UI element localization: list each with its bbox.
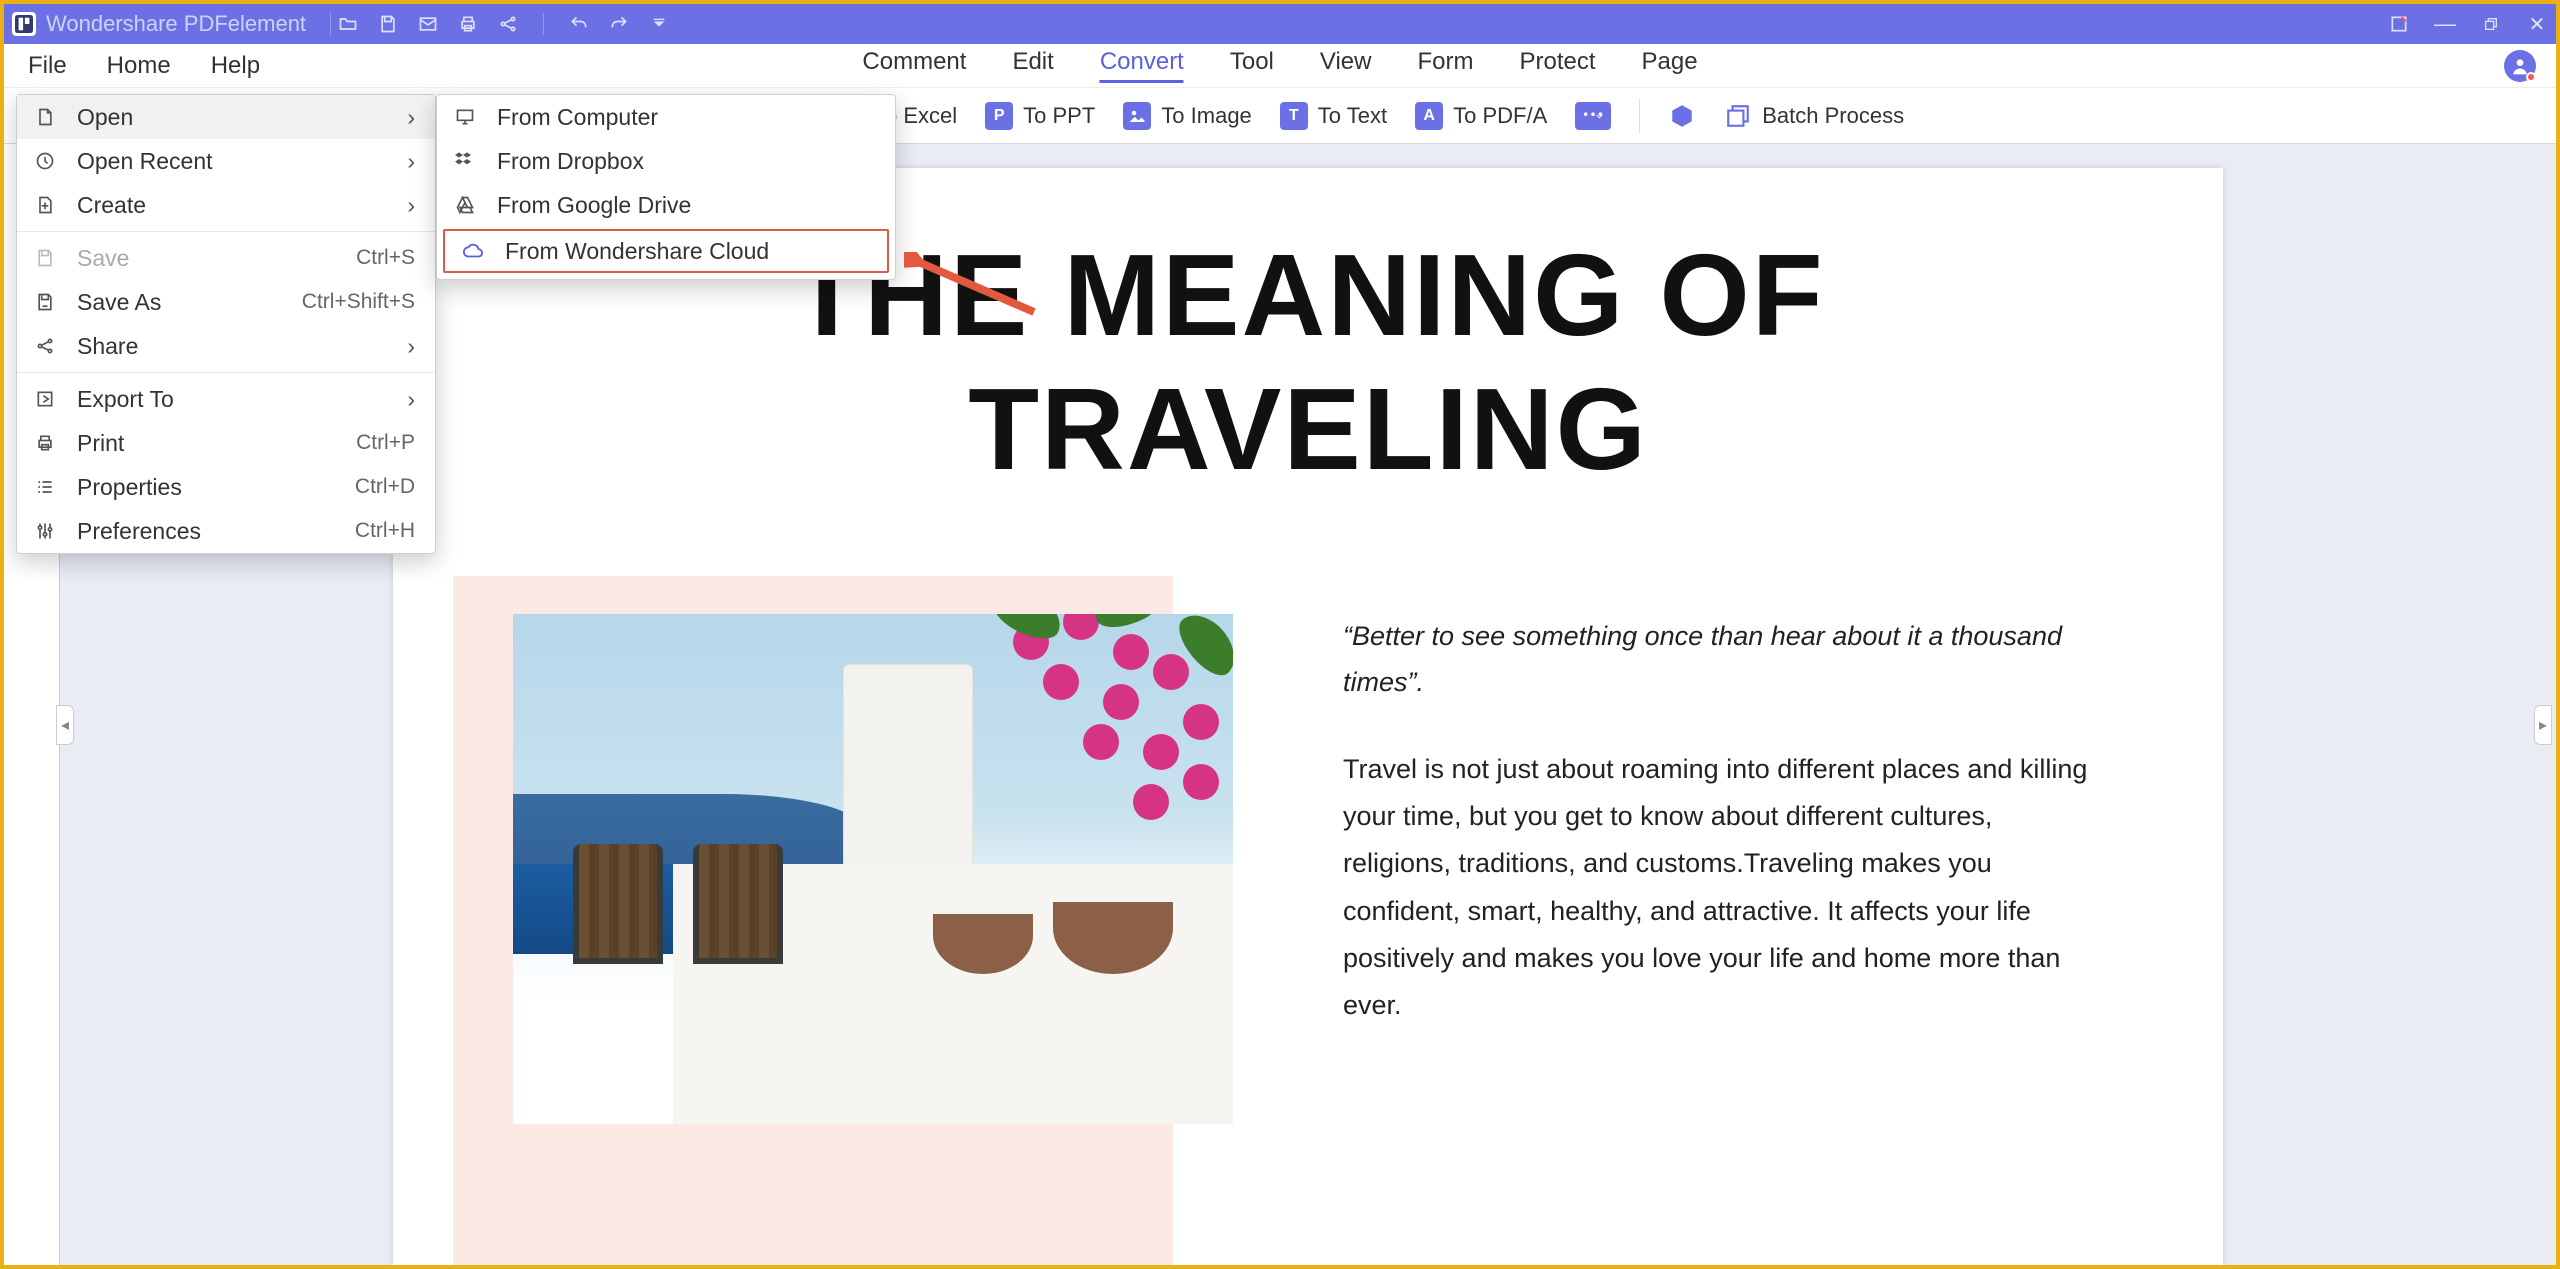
hexagon-settings-icon: [1668, 102, 1696, 130]
chevron-right-icon: ›: [407, 148, 415, 175]
tab-edit[interactable]: Edit: [1012, 48, 1053, 83]
export-icon: [33, 387, 57, 411]
tab-form[interactable]: Form: [1417, 48, 1473, 83]
tab-page[interactable]: Page: [1642, 48, 1698, 83]
document-icon: [33, 105, 57, 129]
chevron-right-icon: ›: [407, 333, 415, 360]
file-menu-save-as[interactable]: Save As Ctrl+Shift+S: [17, 280, 435, 324]
file-menu-print[interactable]: Print Ctrl+P: [17, 421, 435, 465]
to-image-label: To Image: [1161, 103, 1252, 129]
file-menu-export-to[interactable]: Export To ›: [17, 377, 435, 421]
print-icon[interactable]: [457, 13, 479, 35]
share-icon: [33, 334, 57, 358]
batch-process-label: Batch Process: [1762, 103, 1904, 129]
body-paragraph: Travel is not just about roaming into di…: [1343, 746, 2103, 1030]
open-submenu: From Computer From Dropbox From Google D…: [436, 94, 896, 280]
menu-file[interactable]: File: [28, 52, 67, 80]
app-title: Wondershare PDFelement: [46, 11, 306, 37]
image-icon: [1123, 102, 1151, 130]
dropbox-icon: [453, 149, 477, 173]
tab-view[interactable]: View: [1320, 48, 1372, 83]
batch-icon: [1724, 102, 1752, 130]
menu-help[interactable]: Help: [211, 52, 260, 80]
file-menu-create[interactable]: Create ›: [17, 183, 435, 227]
ppt-icon: P: [985, 102, 1013, 130]
to-pdfa-label: To PDF/A: [1453, 103, 1547, 129]
file-menu-preferences[interactable]: Preferences Ctrl+H: [17, 509, 435, 553]
menu-separator: [17, 231, 435, 232]
monitor-icon: [453, 105, 477, 129]
open-from-computer[interactable]: From Computer: [437, 95, 895, 139]
batch-process-button[interactable]: Batch Process: [1724, 102, 1904, 130]
mail-icon[interactable]: [417, 13, 439, 35]
title-bar: Wondershare PDFelement — ✕: [4, 4, 2556, 44]
customize-qat-icon[interactable]: [648, 13, 670, 35]
right-panel-toggle[interactable]: ▸: [2534, 705, 2552, 745]
file-menu-open-recent[interactable]: Open Recent ›: [17, 139, 435, 183]
user-avatar[interactable]: [2504, 50, 2536, 82]
chevron-right-icon: ›: [407, 104, 415, 131]
to-text-label: To Text: [1318, 103, 1387, 129]
tab-convert[interactable]: Convert: [1100, 48, 1184, 83]
tab-protect[interactable]: Protect: [1519, 48, 1595, 83]
print-icon: [33, 431, 57, 455]
share-icon[interactable]: [497, 13, 519, 35]
close-button[interactable]: ✕: [2526, 13, 2548, 35]
open-from-google-drive[interactable]: From Google Drive: [437, 183, 895, 227]
save-icon: [33, 246, 57, 270]
app-logo-icon: [12, 12, 36, 36]
save-as-icon: [33, 290, 57, 314]
document-page[interactable]: THE MEANING OF TRAVELING: [393, 168, 2223, 1265]
file-menu-open[interactable]: Open ›: [17, 95, 435, 139]
clock-icon: [33, 149, 57, 173]
redo-icon[interactable]: [608, 13, 630, 35]
left-panel-toggle[interactable]: ◂: [56, 705, 74, 745]
minimize-button[interactable]: —: [2434, 13, 2456, 35]
screenshot-button-icon[interactable]: [2388, 13, 2410, 35]
to-image-button[interactable]: To Image: [1123, 102, 1252, 130]
to-ppt-label: To PPT: [1023, 103, 1095, 129]
file-menu-save: Save Ctrl+S: [17, 236, 435, 280]
separator: [330, 13, 331, 35]
pull-quote: “Better to see something once than hear …: [1343, 614, 2103, 706]
open-from-dropbox[interactable]: From Dropbox: [437, 139, 895, 183]
tab-tool[interactable]: Tool: [1230, 48, 1274, 83]
menu-separator: [17, 372, 435, 373]
list-icon: [33, 475, 57, 499]
hero-photo: [513, 614, 1233, 1124]
main-menu-bar: File Home Help Comment Edit Convert Tool…: [4, 44, 2556, 88]
open-from-wondershare-cloud[interactable]: From Wondershare Cloud: [443, 229, 889, 273]
to-ppt-button[interactable]: P To PPT: [985, 102, 1095, 130]
convert-settings-button[interactable]: [1668, 102, 1696, 130]
tab-comment[interactable]: Comment: [862, 48, 966, 83]
file-menu-properties[interactable]: Properties Ctrl+D: [17, 465, 435, 509]
more-convert-button[interactable]: [1575, 102, 1611, 130]
sliders-icon: [33, 519, 57, 543]
google-drive-icon: [453, 193, 477, 217]
file-menu: Open › Open Recent › Create › Save Ctrl+…: [16, 94, 436, 554]
save-icon[interactable]: [377, 13, 399, 35]
to-text-button[interactable]: T To Text: [1280, 102, 1387, 130]
open-folder-icon[interactable]: [337, 13, 359, 35]
pdfa-icon: A: [1415, 102, 1443, 130]
cloud-icon: [461, 239, 485, 263]
maximize-button[interactable]: [2480, 13, 2502, 35]
toolbar-separator: [1639, 99, 1640, 133]
file-menu-share[interactable]: Share ›: [17, 324, 435, 368]
menu-home[interactable]: Home: [107, 52, 171, 80]
separator: [543, 13, 544, 35]
chevron-right-icon: ›: [407, 192, 415, 219]
new-document-icon: [33, 193, 57, 217]
undo-icon[interactable]: [568, 13, 590, 35]
chevron-right-icon: ›: [407, 386, 415, 413]
text-icon: T: [1280, 102, 1308, 130]
to-pdfa-button[interactable]: A To PDF/A: [1415, 102, 1547, 130]
notification-dot-icon: [2526, 72, 2536, 82]
